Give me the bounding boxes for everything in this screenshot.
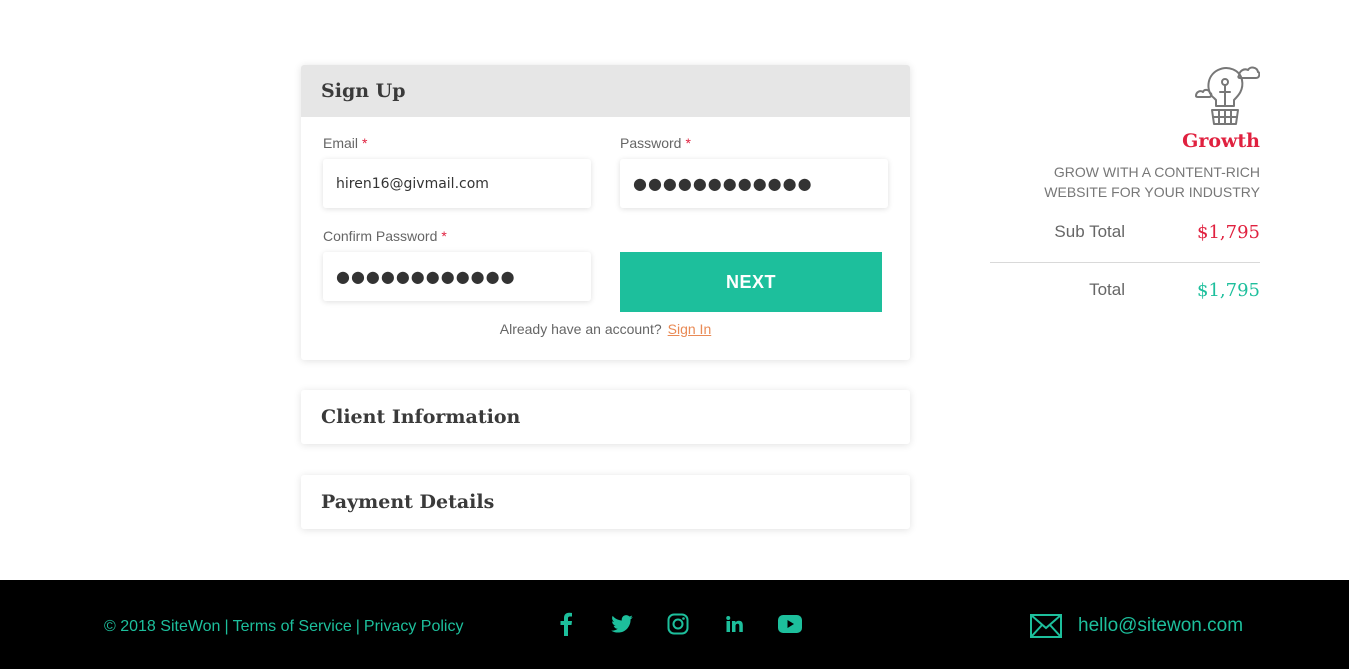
confirm-password-field[interactable]: ●●●●●●●●●●●● — [323, 252, 591, 301]
footer-email[interactable]: hello@sitewon.com — [1030, 614, 1243, 638]
footer: © 2018 SiteWon | Terms of Service | Privacy … — [0, 580, 1349, 669]
copyright-text: © 2018 SiteWon — [104, 618, 221, 635]
client-information-panel[interactable]: Client Information — [301, 390, 910, 444]
youtube-icon[interactable] — [774, 610, 806, 638]
client-information-title: Client Information — [321, 406, 521, 428]
payment-details-title: Payment Details — [321, 491, 495, 513]
password-field[interactable]: ●●●●●●●●●●●● — [620, 159, 888, 208]
summary-divider — [990, 262, 1260, 263]
email-link[interactable]: hello@sitewon.com — [1078, 615, 1243, 637]
signup-panel: Sign Up Email * hiren16@givmail.com Passw… — [301, 65, 910, 360]
required-mark: * — [685, 135, 691, 151]
plan-name: Growth — [1182, 130, 1260, 152]
password-label: Password * — [620, 135, 691, 151]
sign-in-link[interactable]: Sign In — [668, 321, 712, 337]
terms-link[interactable]: Terms of Service — [233, 618, 352, 635]
envelope-icon — [1030, 614, 1062, 638]
total-row: Total $1,795 — [990, 280, 1260, 304]
payment-details-panel[interactable]: Payment Details — [301, 475, 910, 529]
signup-header[interactable]: Sign Up — [301, 65, 910, 117]
social-links — [550, 610, 806, 638]
total-value: $1,795 — [1197, 280, 1260, 301]
twitter-icon[interactable] — [606, 610, 638, 638]
signin-row: Already have an account? Sign In — [301, 321, 910, 337]
required-mark: * — [441, 228, 447, 244]
instagram-icon[interactable] — [662, 610, 694, 638]
required-mark: * — [362, 135, 368, 151]
plan-description: GROW WITH A CONTENT-RICH WEBSITE FOR YOU… — [1044, 164, 1260, 200]
signup-title: Sign Up — [321, 80, 406, 102]
linkedin-icon[interactable] — [718, 610, 750, 638]
footer-separator: | — [355, 618, 360, 635]
subtotal-label: Sub Total — [1054, 222, 1125, 241]
subtotal-value: $1,795 — [1197, 222, 1260, 243]
privacy-link[interactable]: Privacy Policy — [364, 618, 464, 635]
facebook-icon[interactable] — [550, 610, 582, 638]
lightbulb-balloon-icon — [1195, 66, 1260, 125]
email-label: Email * — [323, 135, 368, 151]
subtotal-row: Sub Total $1,795 — [990, 222, 1260, 246]
already-account-text: Already have an account? — [499, 321, 662, 337]
next-button[interactable]: NEXT — [620, 252, 882, 312]
footer-separator: | — [224, 618, 229, 635]
email-field[interactable]: hiren16@givmail.com — [323, 159, 591, 208]
confirm-password-label: Confirm Password * — [323, 228, 447, 244]
footer-copyright: © 2018 SiteWon | Terms of Service | Privacy … — [104, 618, 463, 636]
total-label: Total — [1089, 280, 1125, 299]
